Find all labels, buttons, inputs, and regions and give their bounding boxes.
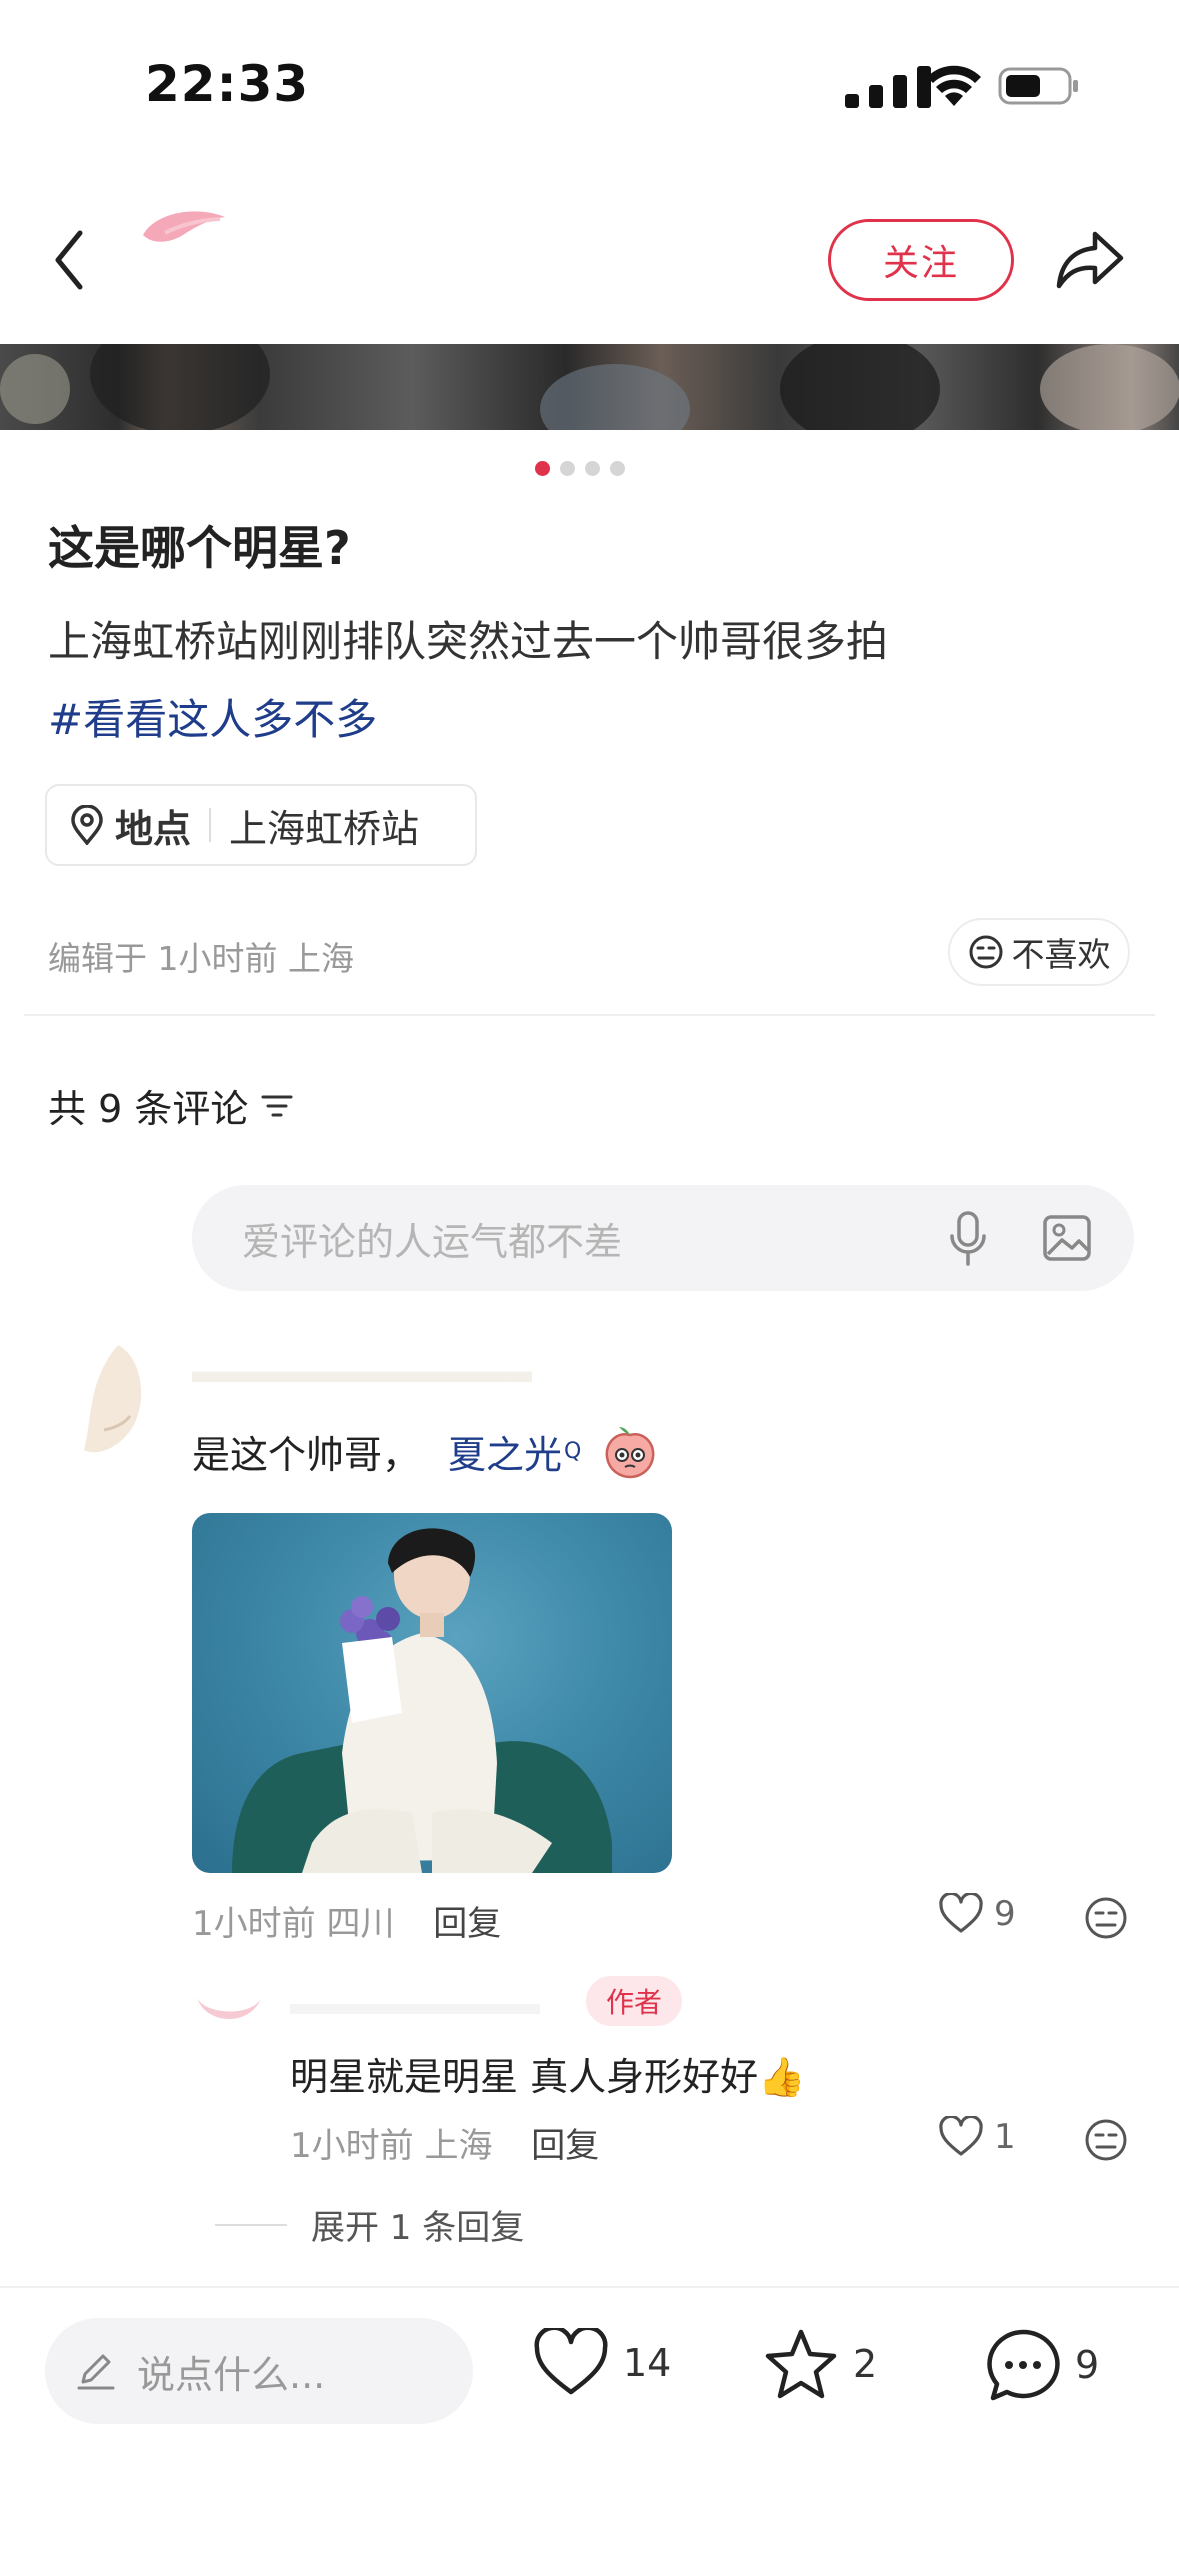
edited-time: 编辑于 1小时前 上海	[48, 939, 354, 978]
comment-input[interactable]: 爱评论的人运气都不差	[192, 1185, 1134, 1291]
comment-dislike-icon[interactable]	[1084, 1896, 1128, 1940]
section-divider	[24, 1014, 1155, 1016]
comment-like-button[interactable]: 9	[938, 1893, 1016, 1935]
reply-button[interactable]: 回复	[433, 1904, 501, 1944]
reply-time-location: 1小时前 上海	[290, 2126, 493, 2166]
comments-count: 共 9 条评论	[48, 1087, 249, 1131]
expand-line	[215, 2223, 287, 2226]
carousel-dot	[535, 461, 550, 476]
post-image-carousel[interactable]	[0, 344, 1179, 430]
heart-icon	[939, 1893, 983, 1933]
sort-icon[interactable]	[260, 1092, 294, 1120]
author-avatar[interactable]	[135, 205, 235, 260]
dislike-face-icon	[969, 935, 1002, 969]
say-something-input[interactable]: 说点什么...	[45, 2318, 473, 2424]
post-title: 这是哪个明星?	[48, 521, 351, 575]
expand-replies-label: 展开 1 条回复	[311, 2208, 525, 2248]
location-label: 地点	[115, 806, 192, 851]
carousel-dot	[560, 461, 575, 476]
back-icon[interactable]	[50, 225, 90, 295]
commenter-avatar[interactable]	[78, 1340, 158, 1470]
reply-author-name-obscured	[290, 2004, 540, 2014]
carousel-dot	[585, 461, 600, 476]
image-icon[interactable]	[1042, 1212, 1092, 1264]
location-pin-icon	[71, 805, 103, 845]
peach-emoji-icon	[605, 1427, 655, 1479]
comment-image[interactable]	[192, 1513, 672, 1873]
mention-search-mark: Q	[564, 1438, 582, 1464]
wifi-icon	[927, 65, 981, 106]
comment-bubble-icon	[987, 2329, 1060, 2401]
share-icon[interactable]	[1055, 228, 1125, 290]
follow-button[interactable]: 关注	[828, 219, 1014, 301]
reply-like-count: 1	[994, 2117, 1016, 2157]
status-time: 22:33	[145, 55, 310, 113]
reply-text: 明星就是明星 真人身形好好👍	[290, 2055, 806, 2099]
comment-meta: 1小时前 四川 回复	[192, 1896, 501, 1945]
comments-header[interactable]: 共 9 条评论	[48, 1078, 294, 1133]
comment-button[interactable]: 9	[985, 2328, 1099, 2402]
comment-body: 是这个帅哥，	[192, 1432, 421, 1477]
location-separator	[209, 808, 212, 842]
reply-author-avatar[interactable]	[193, 1990, 265, 2042]
author-badge: 作者	[586, 1976, 682, 2026]
battery-icon	[998, 67, 1078, 105]
location-value: 上海虹桥站	[229, 806, 420, 851]
mention-link[interactable]: 夏之光	[448, 1424, 562, 1479]
comment-image-illustration	[232, 1528, 612, 1873]
dislike-label: 不喜欢	[1011, 935, 1111, 974]
bottom-bar-divider	[0, 2286, 1179, 2288]
reply-reply-button[interactable]: 回复	[531, 2126, 599, 2166]
like-count: 14	[623, 2341, 672, 2385]
post-description: 上海虹桥站刚刚排队突然过去一个帅哥很多拍	[48, 617, 889, 666]
comment-time-location: 1小时前 四川	[192, 1904, 395, 1944]
dislike-button[interactable]: 不喜欢	[948, 918, 1130, 986]
comment-text: 是这个帅哥， 夏之光 Q	[192, 1423, 657, 1479]
location-tag[interactable]: 地点 上海虹桥站	[45, 784, 477, 866]
cellular-signal-icon	[845, 66, 931, 108]
carousel-indicator	[535, 461, 625, 476]
comment-count: 9	[1075, 2343, 1100, 2387]
comment-like-count: 9	[994, 1894, 1016, 1934]
post-hashtag[interactable]: #看看这人多不多	[48, 686, 377, 747]
microphone-icon[interactable]	[948, 1210, 988, 1268]
favorite-button[interactable]: 2	[763, 2328, 877, 2400]
reply-like-button[interactable]: 1	[938, 2116, 1016, 2158]
heart-icon	[939, 2116, 983, 2156]
pencil-icon	[77, 2354, 115, 2390]
reply-dislike-icon[interactable]	[1084, 2118, 1128, 2162]
expand-replies[interactable]: 展开 1 条回复	[215, 2200, 524, 2249]
like-button[interactable]: 14	[533, 2328, 671, 2398]
star-icon	[765, 2329, 837, 2399]
commenter-name-obscured	[192, 1356, 532, 1382]
reply-meta: 1小时前 上海 回复	[290, 2118, 599, 2167]
heart-icon	[534, 2328, 608, 2395]
favorite-count: 2	[853, 2342, 878, 2386]
carousel-dot	[610, 461, 625, 476]
say-something-placeholder: 说点什么...	[137, 2352, 326, 2397]
